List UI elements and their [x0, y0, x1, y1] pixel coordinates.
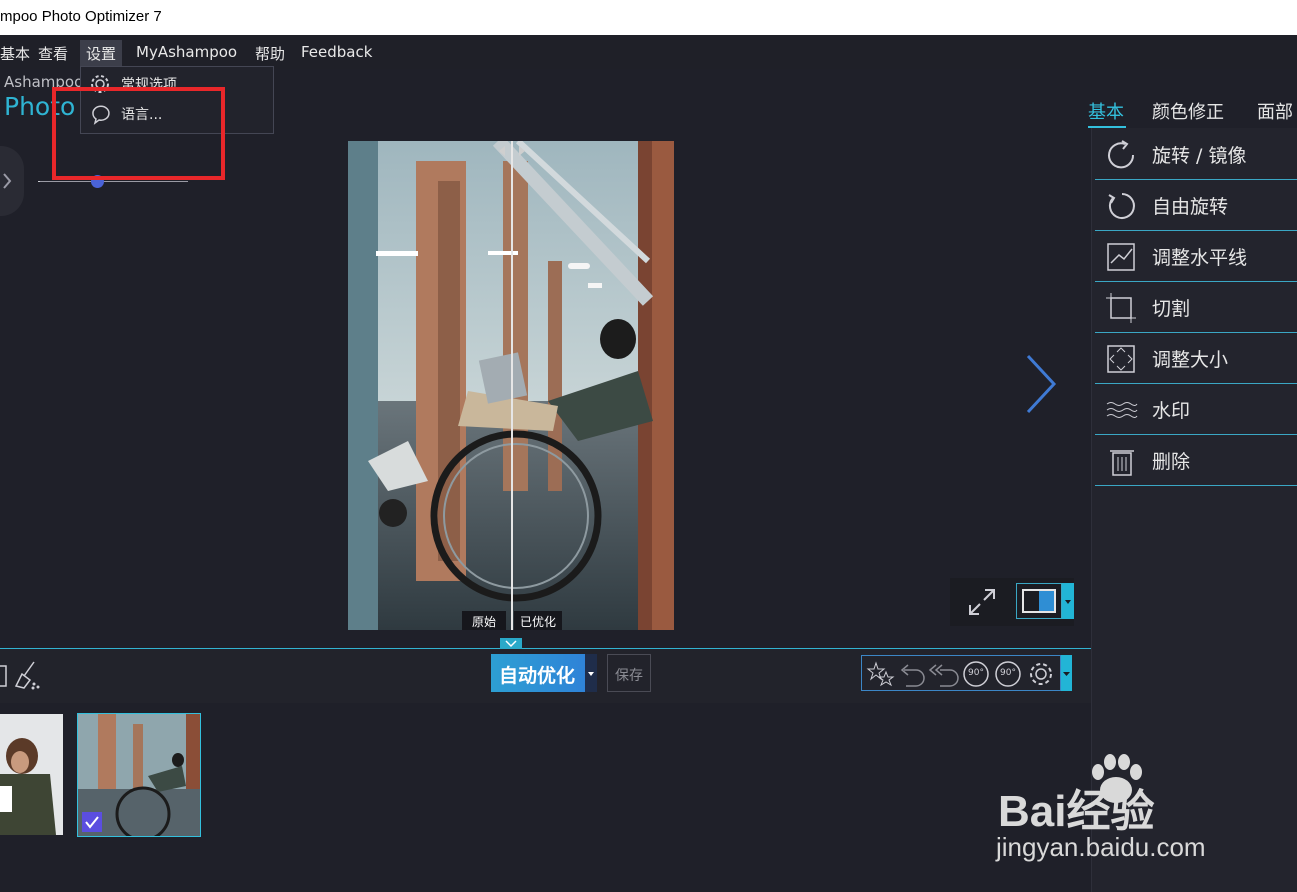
rotate-left-label: 90° — [968, 668, 984, 678]
tab-color-correction[interactable]: 颜色修正 — [1152, 98, 1224, 124]
edit-tool-group: 90° 90° — [861, 655, 1061, 691]
compare-divider[interactable] — [511, 141, 513, 630]
menu-bar: 基本 查看 设置 MyAshampoo 帮助 Feedback — [0, 35, 1297, 69]
fullscreen-icon[interactable] — [966, 586, 998, 618]
clean-icon[interactable] — [0, 660, 44, 690]
selected-checkbox[interactable] — [82, 812, 102, 832]
thumbnail-woman-desk — [0, 714, 63, 835]
original-label-box: 原始 — [462, 611, 506, 630]
edit-tool-dropdown[interactable] — [1061, 655, 1072, 691]
optimized-label-box: 已优化 — [514, 611, 562, 630]
caret-down-icon — [588, 672, 594, 676]
auto-optimize-button[interactable]: 自动优化 — [491, 654, 597, 692]
compare-mode-caret[interactable] — [1062, 583, 1074, 619]
tool-label: 切割 — [1152, 298, 1191, 320]
rotate-mirror-icon — [1108, 140, 1135, 169]
tool-free-rotate[interactable]: 自由旋转 — [1095, 180, 1297, 231]
free-rotate-icon — [1108, 193, 1135, 219]
menu-myashampoo[interactable]: MyAshampoo — [132, 43, 241, 61]
previous-panel-button[interactable] — [0, 146, 24, 216]
menu-help[interactable]: 帮助 — [251, 43, 289, 64]
watermark-icon — [1106, 402, 1138, 418]
resize-icon — [1107, 345, 1135, 373]
tool-crop[interactable]: 切割 — [1095, 282, 1297, 333]
watermark-url: jingyan.baidu.com — [996, 832, 1206, 862]
checkmark-icon — [85, 816, 99, 829]
auto-optimize-label: 自动优化 — [499, 665, 576, 687]
auto-optimize-dropdown[interactable] — [585, 654, 597, 692]
window-title: mpoo Photo Optimizer 7 — [0, 8, 162, 25]
title-bar: mpoo Photo Optimizer 7 — [0, 0, 1297, 35]
gear-icon[interactable] — [1026, 660, 1056, 688]
tool-resize[interactable]: 调整大小 — [1095, 333, 1297, 384]
thumbnail-image-2-selected[interactable] — [77, 713, 201, 837]
tool-label: 调整水平线 — [1152, 247, 1248, 269]
chevron-right-icon — [3, 173, 12, 189]
original-label: 原始 — [472, 615, 497, 629]
tool-label: 水印 — [1152, 400, 1191, 422]
horizon-icon — [1107, 243, 1135, 271]
save-label: 保存 — [615, 668, 643, 684]
tool-watermark[interactable]: 水印 — [1095, 384, 1297, 435]
favorite-stars-icon[interactable] — [866, 660, 896, 688]
compare-mode-button[interactable] — [1016, 583, 1062, 619]
thumbnail-image-1[interactable] — [0, 714, 63, 835]
view-controls — [950, 578, 1074, 626]
tool-label: 调整大小 — [1152, 349, 1229, 371]
caret-down-icon — [1065, 600, 1071, 604]
caret-down-icon — [1063, 672, 1070, 676]
watermark-brand: Bai经验 — [998, 787, 1155, 836]
main-photo[interactable]: 原始 已优化 — [348, 141, 674, 630]
tab-basic[interactable]: 基本 — [1088, 98, 1124, 124]
tool-delete[interactable]: 删除 — [1095, 435, 1297, 486]
undo-icon[interactable] — [896, 660, 928, 688]
rotate-left-90-button[interactable]: 90° — [960, 660, 992, 688]
menu-basic[interactable]: 基本 — [0, 43, 34, 64]
split-view-icon — [1022, 589, 1056, 613]
zoom-slider-track[interactable] — [40, 181, 188, 182]
menu-view[interactable]: 查看 — [34, 43, 72, 64]
menu-feedback[interactable]: Feedback — [297, 43, 376, 61]
optimized-label: 已优化 — [520, 615, 557, 629]
tool-label: 自由旋转 — [1152, 196, 1229, 218]
tool-label: 删除 — [1152, 451, 1191, 473]
annotation-highlight-box — [52, 87, 225, 180]
tool-label: 旋转 / 镜像 — [1152, 145, 1247, 167]
rotate-right-90-button[interactable]: 90° — [992, 660, 1024, 688]
save-button[interactable]: 保存 — [607, 654, 651, 692]
tool-horizon[interactable]: 调整水平线 — [1095, 231, 1297, 282]
tab-face[interactable]: 面部 — [1257, 98, 1293, 124]
crop-icon — [1106, 293, 1136, 323]
menu-settings[interactable]: 设置 — [80, 40, 123, 67]
tool-rotate-mirror[interactable]: 旋转 / 镜像 — [1095, 129, 1297, 180]
divider-handle-icon[interactable] — [496, 143, 528, 159]
rotate-right-label: 90° — [1000, 668, 1016, 678]
next-image-icon[interactable] — [1022, 352, 1062, 416]
undo-all-icon[interactable] — [928, 660, 960, 688]
trash-icon — [1110, 450, 1134, 476]
